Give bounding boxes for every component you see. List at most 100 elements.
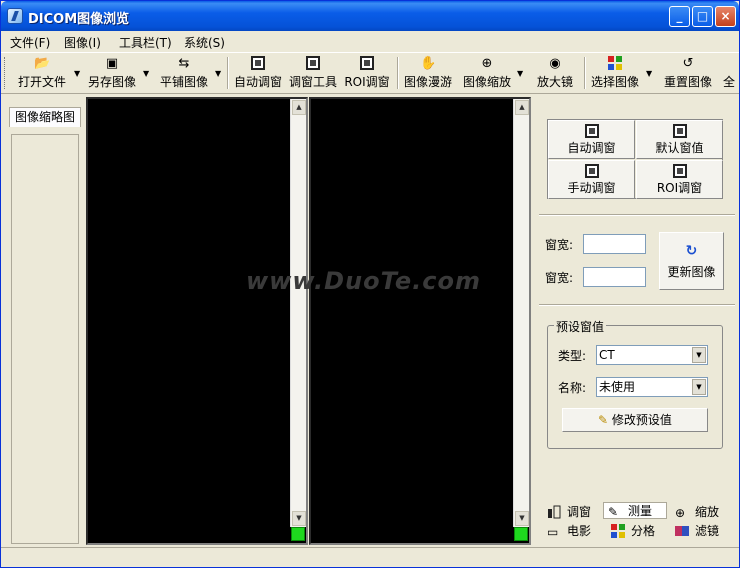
filter-icon: [675, 524, 689, 538]
auto-window-icon: [584, 124, 599, 138]
image-viewer-left[interactable]: ▲ ▼: [86, 97, 308, 545]
tab-window-adjust[interactable]: 调窗: [543, 504, 603, 521]
zoom-image-dropdown-icon[interactable]: ▼: [517, 69, 523, 78]
grid-icon: [611, 524, 625, 538]
divider: [539, 304, 735, 306]
reset-image-button[interactable]: ↺ 重置图像: [662, 55, 714, 91]
magnifier-button[interactable]: ◉ 放大镜: [533, 55, 577, 91]
name-label: 名称:: [558, 381, 587, 395]
measure-icon: ✎: [608, 505, 619, 519]
window-level-label: 窗宽:: [545, 271, 574, 285]
window-tool-icon: [305, 56, 321, 72]
movie-icon: ▭: [547, 525, 559, 539]
viewer-left-status-indicator: [291, 527, 305, 541]
title-bar: DICOM图像浏览 _ □ ×: [1, 1, 739, 31]
tab-movie[interactable]: ▭ 电影: [543, 523, 603, 540]
toolbar-separator: [584, 57, 586, 89]
auto-window-button[interactable]: 自动调窗: [232, 55, 284, 91]
window-tool-button[interactable]: 调窗工具: [287, 55, 339, 91]
scroll-up-icon[interactable]: ▲: [515, 100, 529, 115]
edit-preset-icon: ✎: [598, 413, 612, 427]
refresh-icon: ↻: [685, 243, 698, 259]
folder-open-icon: 📂: [34, 56, 51, 71]
tab-filter[interactable]: 滤镜: [671, 523, 731, 540]
save-image-button[interactable]: ▣ 另存图像: [85, 55, 139, 91]
tile-icon: ⇆: [178, 56, 190, 71]
tile-image-dropdown-icon[interactable]: ▼: [215, 69, 221, 78]
maximize-button[interactable]: □: [692, 6, 713, 27]
watermark: www.DuoTe.com: [246, 267, 481, 295]
manual-window-button[interactable]: 手动调窗: [548, 160, 635, 199]
modify-preset-button[interactable]: ✎ 修改预设值: [562, 408, 708, 432]
tab-thumbnails[interactable]: 图像缩略图: [9, 107, 81, 127]
type-select[interactable]: CT ▼: [596, 345, 708, 365]
divider: [539, 214, 735, 216]
image-viewer-right[interactable]: ▲ ▼: [309, 97, 531, 545]
menu-system[interactable]: 系统(S): [184, 34, 225, 51]
tab-measure[interactable]: ✎ 测量: [603, 502, 667, 519]
manual-window-icon: [584, 164, 599, 178]
select-image-icon: [607, 56, 623, 72]
scroll-down-icon[interactable]: ▼: [515, 511, 529, 526]
chevron-down-icon[interactable]: ▼: [692, 379, 706, 395]
roi-window-icon: [359, 56, 375, 72]
roi-window-icon: [672, 164, 687, 178]
magnifier-icon: ◉: [549, 56, 561, 71]
window-title: DICOM图像浏览: [28, 12, 130, 27]
toolbar-separator: [397, 57, 399, 89]
open-file-button[interactable]: 📂 打开文件: [15, 55, 69, 91]
menu-bar: 文件(F) 图像(I) 工具栏(T) 系统(S): [1, 31, 739, 51]
default-window-icon: [672, 124, 687, 138]
roi-window-button[interactable]: ROI调窗: [342, 55, 392, 91]
viewer-left-scrollbar[interactable]: ▲ ▼: [290, 99, 306, 527]
zoom-image-button[interactable]: ⊕ 图像缩放: [461, 55, 513, 91]
menu-image[interactable]: 图像(I): [64, 34, 101, 51]
thumbnail-panel: 图像缩略图: [7, 106, 83, 544]
auto-window-icon: [250, 56, 266, 72]
roi-window-panel-button[interactable]: ROI调窗: [636, 160, 723, 199]
auto-window-panel-button[interactable]: 自动调窗: [548, 120, 635, 159]
preset-window-group: 预设窗值 类型: CT ▼ 名称: 未使用 ▼ ✎ 修改预设值: [547, 318, 723, 449]
tab-grid[interactable]: 分格: [607, 523, 667, 540]
tab-zoom[interactable]: ⊕ 缩放: [671, 504, 731, 521]
window-adjust-icon: [547, 505, 561, 519]
toolbar-grip[interactable]: [4, 57, 7, 89]
reset-image-icon: ↺: [682, 56, 694, 71]
select-image-button[interactable]: 选择图像: [589, 55, 641, 91]
toolbar: 📂 打开文件 ▼ ▣ 另存图像 ▼ ⇆ 平铺图像 ▼ 自动调窗 调窗工具 ROI…: [1, 52, 739, 94]
minimize-button[interactable]: _: [669, 6, 690, 27]
type-label: 类型:: [558, 349, 587, 363]
open-file-dropdown-icon[interactable]: ▼: [74, 69, 80, 78]
menu-toolbar[interactable]: 工具栏(T): [119, 34, 172, 51]
zoom-icon: ⊕: [481, 56, 493, 71]
save-image-dropdown-icon[interactable]: ▼: [143, 69, 149, 78]
thumbnail-list[interactable]: [11, 134, 79, 544]
window-width-label: 窗宽:: [545, 238, 574, 252]
menu-file[interactable]: 文件(F): [10, 34, 50, 51]
save-image-icon: ▣: [105, 56, 119, 71]
window-level-input[interactable]: [583, 267, 646, 287]
app-icon: [7, 8, 23, 24]
scroll-up-icon[interactable]: ▲: [292, 100, 306, 115]
pan-image-button[interactable]: ✋ 图像漫游: [402, 55, 454, 91]
toolbar-separator: [227, 57, 229, 89]
default-window-button[interactable]: 默认窗值: [636, 120, 723, 159]
zoom-tab-icon: ⊕: [675, 506, 686, 520]
close-button[interactable]: ×: [715, 6, 736, 27]
chevron-down-icon[interactable]: ▼: [692, 347, 706, 363]
select-image-dropdown-icon[interactable]: ▼: [646, 69, 652, 78]
preset-group-title: 预设窗值: [554, 318, 607, 335]
viewer-right-status-indicator: [514, 527, 528, 541]
window-button-grid: 自动调窗 默认窗值 手动调窗 ROI调窗: [547, 119, 723, 199]
viewer-right-scrollbar[interactable]: ▲ ▼: [513, 99, 529, 527]
tile-image-button[interactable]: ⇆ 平铺图像: [157, 55, 211, 91]
hand-pan-icon: ✋: [420, 56, 437, 71]
scroll-down-icon[interactable]: ▼: [292, 511, 306, 526]
full-screen-button[interactable]: 全: [721, 55, 737, 91]
window-width-input[interactable]: [583, 234, 646, 254]
status-bar: [1, 547, 739, 567]
main-window: DICOM图像浏览 _ □ × 文件(F) 图像(I) 工具栏(T) 系统(S)…: [0, 0, 740, 568]
name-select[interactable]: 未使用 ▼: [596, 377, 708, 397]
update-image-button[interactable]: ↻ 更新图像: [659, 232, 724, 290]
window-control-panel: 自动调窗 默认窗值 手动调窗 ROI调窗 窗宽: 窗宽: ↻ 更新图像 预设窗值…: [535, 97, 739, 549]
